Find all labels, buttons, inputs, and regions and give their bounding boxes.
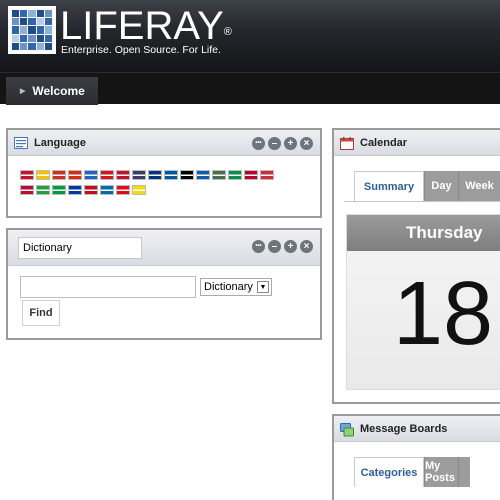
- language-flags: [20, 170, 320, 200]
- close-icon[interactable]: ×: [300, 137, 313, 150]
- maximize-icon[interactable]: +: [284, 240, 297, 253]
- language-flag-icon[interactable]: [212, 170, 226, 180]
- liferay-logo[interactable]: [8, 6, 56, 54]
- brand-tagline: Enterprise. Open Source. For Life.: [61, 44, 221, 56]
- portlet-controls: ••• – + ×: [252, 137, 313, 150]
- tab-day[interactable]: Day: [424, 171, 458, 201]
- minimize-icon[interactable]: –: [268, 240, 281, 253]
- portlet-title-bar: Message Boards: [334, 416, 500, 442]
- tab-divider: [344, 201, 500, 202]
- language-flag-icon[interactable]: [116, 185, 130, 195]
- chevron-down-icon: ▼: [257, 281, 269, 293]
- language-flag-icon[interactable]: [132, 185, 146, 195]
- portlet-title: Message Boards: [360, 422, 448, 435]
- language-flag-icon[interactable]: [196, 170, 210, 180]
- tab-overflow[interactable]: [458, 457, 470, 487]
- message-boards-tabs: Categories My Posts: [354, 457, 470, 487]
- maximize-icon[interactable]: +: [284, 137, 297, 150]
- dictionary-search-input[interactable]: [20, 276, 196, 298]
- site-header: LIFERAY® Enterprise. Open Source. For Li…: [0, 0, 500, 72]
- language-flag-icon[interactable]: [228, 170, 242, 180]
- tab-my-posts[interactable]: My Posts: [424, 457, 458, 487]
- portlet-controls: ••• – + ×: [252, 240, 313, 253]
- language-flag-icon[interactable]: [116, 170, 130, 180]
- select-value: Dictionary: [204, 281, 253, 293]
- language-flag-icon[interactable]: [36, 170, 50, 180]
- options-icon[interactable]: •••: [252, 240, 265, 253]
- minimize-icon[interactable]: –: [268, 137, 281, 150]
- language-flag-icon[interactable]: [100, 185, 114, 195]
- main-navigation: ▶ Welcome: [0, 72, 500, 105]
- brand-name-text: LIFERAY: [60, 4, 224, 48]
- nav-tab-label: Welcome: [32, 84, 85, 98]
- find-button[interactable]: Find: [22, 300, 60, 326]
- close-icon[interactable]: ×: [300, 240, 313, 253]
- message-boards-icon: [340, 422, 354, 436]
- language-flag-icon[interactable]: [84, 170, 98, 180]
- dictionary-portlet: ••• – + × Dictionary ▼ Find: [6, 228, 322, 340]
- calendar-portlet: Calendar Summary Day Week Thursday 18: [332, 128, 500, 404]
- nav-tab-welcome[interactable]: ▶ Welcome: [6, 77, 98, 105]
- portlet-title: Calendar: [360, 136, 408, 149]
- flag-row-2: [20, 185, 320, 195]
- calendar-day-number: 18: [393, 264, 494, 364]
- brand-name: LIFERAY®: [60, 4, 232, 48]
- language-list-icon: [14, 136, 28, 149]
- caret-right-icon: ▶: [20, 88, 26, 95]
- language-flag-icon[interactable]: [244, 170, 258, 180]
- tab-categories[interactable]: Categories: [354, 457, 424, 487]
- language-flag-icon[interactable]: [84, 185, 98, 195]
- trademark-symbol: ®: [223, 26, 232, 38]
- language-flag-icon[interactable]: [36, 185, 50, 195]
- calendar-day-card: Thursday 18: [346, 214, 500, 390]
- message-boards-portlet: Message Boards Categories My Posts: [332, 414, 500, 500]
- portlet-title-input[interactable]: [18, 237, 142, 259]
- portlet-title-bar: Calendar: [334, 130, 500, 156]
- tab-week[interactable]: Week: [458, 171, 500, 201]
- tab-summary[interactable]: Summary: [354, 171, 424, 201]
- calendar-tabs: Summary Day Week: [354, 171, 500, 201]
- language-flag-icon[interactable]: [164, 170, 178, 180]
- language-flag-icon[interactable]: [148, 170, 162, 180]
- language-flag-icon[interactable]: [100, 170, 114, 180]
- language-flag-icon[interactable]: [20, 185, 34, 195]
- calendar-icon: [340, 136, 354, 150]
- language-flag-icon[interactable]: [68, 170, 82, 180]
- portlet-title: Language: [34, 136, 86, 149]
- options-icon[interactable]: •••: [252, 137, 265, 150]
- language-flag-icon[interactable]: [52, 170, 66, 180]
- language-portlet: Language ••• – + ×: [6, 128, 322, 218]
- language-flag-icon[interactable]: [52, 185, 66, 195]
- calendar-day-name: Thursday: [347, 215, 500, 251]
- flag-row-1: [20, 170, 320, 180]
- language-flag-icon[interactable]: [68, 185, 82, 195]
- dictionary-source-select[interactable]: Dictionary ▼: [200, 278, 272, 296]
- language-flag-icon[interactable]: [132, 170, 146, 180]
- language-flag-icon[interactable]: [20, 170, 34, 180]
- language-flag-icon[interactable]: [180, 170, 194, 180]
- language-flag-icon[interactable]: [260, 170, 274, 180]
